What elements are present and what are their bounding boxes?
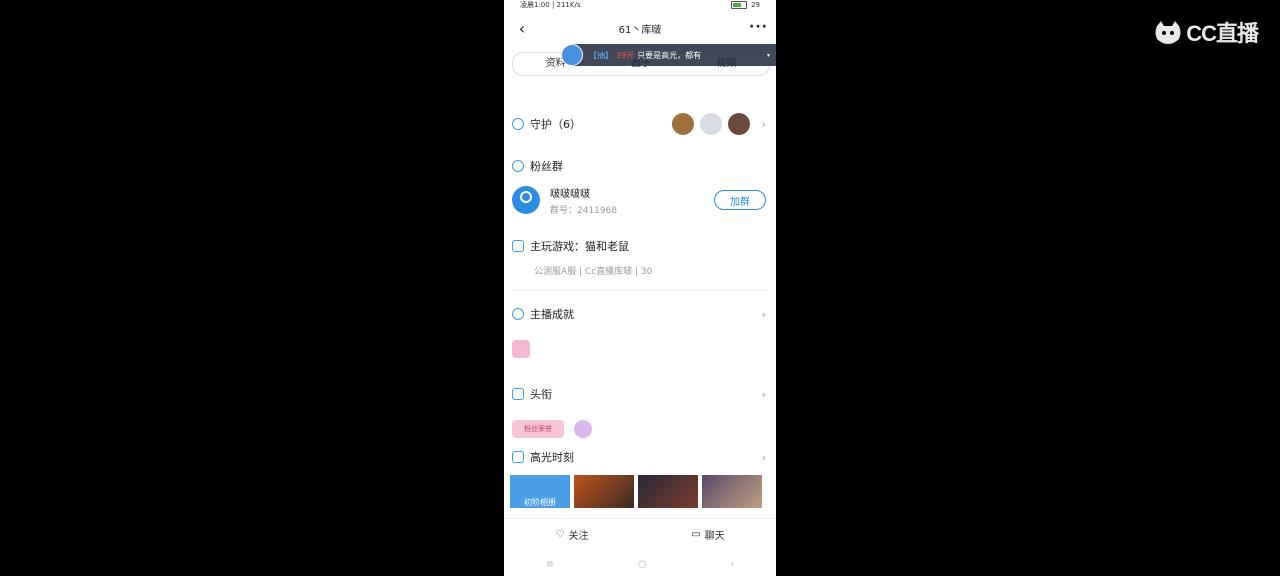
more-options-icon[interactable]: ··· (749, 19, 768, 35)
guard-avatar[interactable] (700, 113, 722, 135)
chevron-right-icon: › (761, 450, 766, 464)
battery-level: 29 (751, 1, 760, 9)
back-arrow-icon[interactable]: ‹ (514, 19, 530, 38)
banner-avatar (561, 44, 583, 66)
title-bar: ‹ 61丶库啵 ··· (504, 10, 776, 46)
phone-screen: 凌晨1:00 | 211K/s 29 ‹ 61丶库啵 ··· 资料 圈子 视频 … (504, 0, 776, 576)
chat-button[interactable]: ▭ 聊天 (640, 519, 776, 549)
chat-label: 聊天 (704, 530, 725, 542)
fan-group-header: 粉丝群 (512, 158, 768, 174)
banner-caret-icon[interactable]: ▾ (767, 52, 770, 59)
title-row[interactable]: 头衔 › (512, 386, 768, 402)
highlight-thumbnail[interactable] (638, 475, 698, 508)
heart-icon: ♡ (555, 528, 565, 540)
guard-avatar[interactable] (728, 113, 750, 135)
title-label: 头衔 (530, 388, 552, 401)
highlight-thumbnails: 初阶相册 (510, 475, 762, 508)
gift-banner[interactable]: 【抽】 39元 只要是高光，都有 ▾ (561, 44, 776, 66)
album-thumbnail[interactable]: 初阶相册 (510, 475, 570, 508)
status-time: 凌晨1:00 | 211K/s (520, 1, 581, 9)
guard-icon (512, 118, 524, 130)
achievement-label: 主播成就 (530, 308, 574, 321)
follow-label: 关注 (568, 530, 589, 542)
guard-avatars (672, 113, 750, 135)
achievement-row[interactable]: 主播成就 › (512, 306, 768, 322)
guard-label: 守护（6） (530, 118, 581, 131)
banner-count: 39元 (616, 50, 635, 60)
bottom-action-bar: ♡ 关注 ▭ 聊天 (504, 518, 776, 549)
fan-group-label: 粉丝群 (530, 160, 563, 173)
cat-logo-icon (1155, 21, 1181, 44)
cc-live-logo: CC直播 (1154, 18, 1259, 46)
highlight-label: 高光时刻 (530, 451, 574, 464)
crown-icon (512, 388, 524, 400)
chevron-right-icon: › (761, 117, 766, 131)
fan-group-avatar (512, 186, 540, 214)
highlight-thumbnail[interactable] (574, 475, 634, 508)
home-icon[interactable]: ○ (638, 559, 647, 570)
banner-tag: 【抽】 (589, 50, 613, 60)
chat-bubble-icon: ▭ (691, 528, 701, 540)
gamepad-icon (512, 240, 524, 252)
fan-group-item: 啵啵啵啵 群号：2411968 加群 (512, 186, 768, 216)
title-badge: 粉丝荣誉 (512, 420, 564, 438)
title-badge-round (574, 420, 592, 438)
follow-button[interactable]: ♡ 关注 (504, 519, 640, 549)
guard-avatar[interactable] (672, 113, 694, 135)
system-nav-bar: ≡ ○ ‹ (504, 552, 776, 576)
fan-group-id: 群号：2411968 (550, 205, 618, 216)
page-title: 61丶库啵 (618, 24, 662, 36)
guard-row[interactable]: 守护（6） › (512, 113, 768, 135)
logo-text: CC直播 (1186, 21, 1259, 46)
achievement-badge (512, 340, 530, 358)
chevron-right-icon: › (761, 387, 766, 401)
join-group-button[interactable]: 加群 (714, 190, 766, 210)
highlight-thumbnail[interactable] (702, 475, 762, 508)
game-label: 主玩游戏：猫和老鼠 (530, 240, 629, 253)
image-icon (512, 451, 524, 463)
battery-icon (731, 1, 748, 9)
banner-text: 只要是高光，都有 (637, 50, 702, 60)
status-bar: 凌晨1:00 | 211K/s 29 (504, 0, 776, 10)
back-icon[interactable]: ‹ (730, 559, 734, 570)
divider (512, 290, 768, 291)
user-icon (512, 160, 524, 172)
menu-icon[interactable]: ≡ (546, 559, 554, 570)
fan-group-name: 啵啵啵啵 (550, 188, 590, 200)
game-row: 主玩游戏：猫和老鼠 (512, 238, 768, 254)
chevron-right-icon: › (761, 307, 766, 321)
medal-icon (512, 308, 524, 320)
game-detail: 公测服A服 | Cc直播库啵 | 30 (534, 267, 653, 277)
highlight-row[interactable]: 高光时刻 › (512, 449, 768, 465)
